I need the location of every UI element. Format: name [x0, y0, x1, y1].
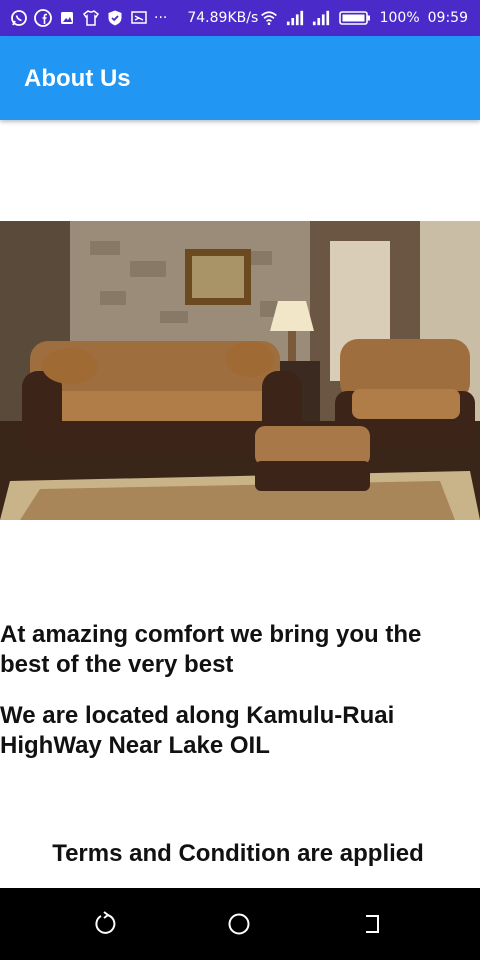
battery-icon	[338, 9, 372, 27]
signal-icon	[286, 9, 304, 27]
facebook-icon	[34, 9, 52, 27]
shield-icon	[106, 9, 124, 27]
signal-icon-secondary	[312, 9, 330, 27]
back-button[interactable]	[92, 909, 122, 939]
back-icon	[95, 911, 116, 934]
home-button[interactable]	[224, 909, 254, 939]
system-nav-bar	[0, 888, 480, 960]
shirt-icon	[82, 9, 100, 27]
status-bar: ··· 74.89KB/s 100% 09:59	[0, 0, 480, 36]
recent-apps-icon	[366, 915, 379, 933]
whatsapp-icon	[10, 9, 28, 27]
recent-apps-button[interactable]	[358, 909, 388, 939]
photo-icon	[58, 9, 76, 27]
terms-text: Terms and Condition are applied	[52, 840, 424, 867]
location-text: We are located along Kamulu-Ruai HighWay…	[0, 702, 395, 759]
sofa-showroom-image	[0, 221, 480, 520]
cast-icon	[130, 9, 148, 27]
network-speed: 74.89KB/s	[187, 10, 259, 26]
wifi-icon	[260, 9, 278, 27]
intro-text: At amazing comfort we bring you the best…	[0, 621, 422, 678]
more-notifications-indicator: ···	[154, 10, 168, 26]
home-icon	[228, 913, 250, 935]
battery-percent: 100%	[379, 10, 420, 26]
notification-icons: ··· 74.89KB/s	[0, 9, 258, 27]
page-title: About Us	[24, 65, 131, 92]
clock: 09:59	[427, 10, 468, 26]
app-bar: About Us	[0, 36, 480, 120]
